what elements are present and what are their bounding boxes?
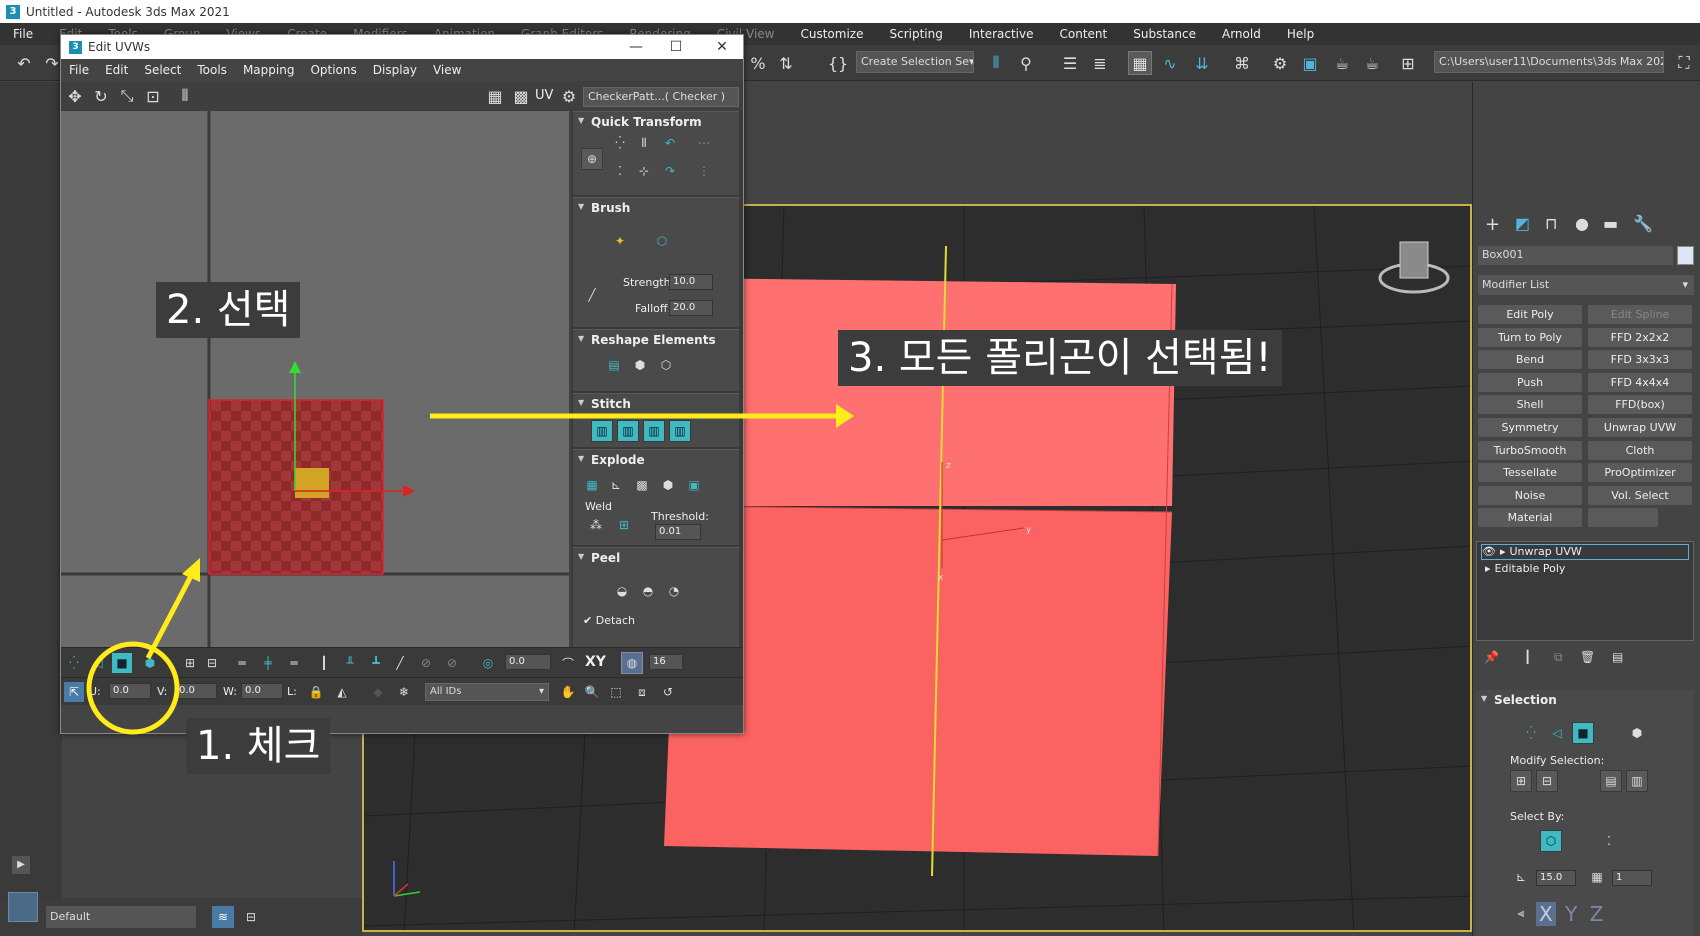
- annotation-arrowhead-3: [836, 404, 854, 428]
- annotation-arrow-1: [145, 572, 195, 660]
- annotation-overlay: [86, 404, 854, 735]
- annotation-step-1: 1. 체크: [186, 718, 331, 774]
- annotation-circle-1: [86, 641, 180, 735]
- annotation-step-3: 3. 모든 폴리곤이 선택됨!: [838, 330, 1282, 386]
- annotation-step-2: 2. 선택: [156, 282, 301, 338]
- app-root: 3 Untitled - Autodesk 3ds Max 2021 FileE…: [0, 0, 1700, 936]
